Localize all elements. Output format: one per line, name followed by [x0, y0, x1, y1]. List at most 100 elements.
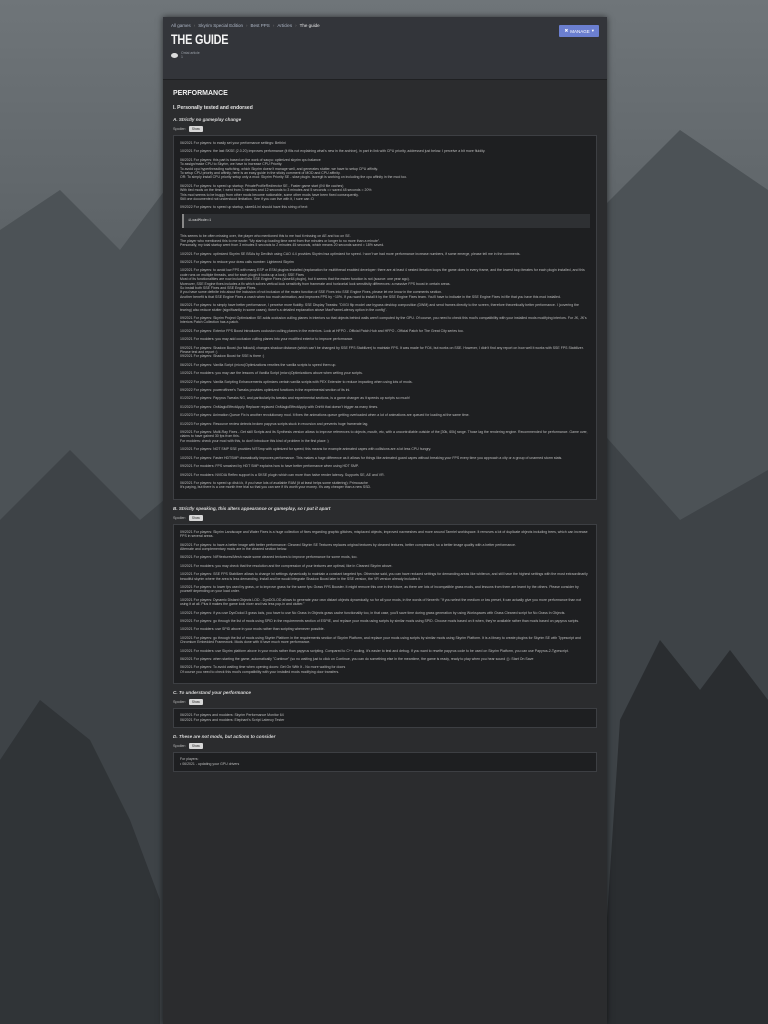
- list-item: 10/2021 For players: SSE FPS Stabilizer …: [180, 572, 588, 581]
- list-item: 09/2021 For players: Skyrim Project Opti…: [180, 315, 587, 325]
- text-line: 06/2021 For players: this part is based …: [180, 157, 321, 162]
- text-line: Alternate and complementary mods are in …: [180, 546, 288, 551]
- spoiler-toggle: Spoiler: Show: [173, 514, 597, 521]
- spoiler-show-button[interactable]: Show: [188, 126, 203, 132]
- list-item: 10/2021 For modders: use Skyrim platform…: [180, 648, 569, 653]
- spoiler-content: For players: • 06/2021 - updating your G…: [173, 752, 597, 773]
- list-item: 01/2023 For players: OnMagicEffectApply …: [180, 404, 379, 409]
- list-item: 06/2021 For players: to speed up startup…: [180, 184, 590, 202]
- list-item: 10/2021 For players: optimized Skyrim SE…: [180, 251, 521, 256]
- breadcrumb-game[interactable]: Skyrim Special Edition: [198, 23, 243, 28]
- list-item: 10/2021 For players: Exterior FPS Boost …: [180, 328, 464, 333]
- text-line: 06/2021 For players: to speed up disk i/…: [180, 480, 368, 485]
- text-line: So install both SSE Fixes and SSE Engine…: [180, 285, 257, 290]
- avatar[interactable]: [171, 52, 178, 58]
- list-item: 01/2023 For players: Papyrus Tweaks NG, …: [180, 396, 411, 401]
- text-line: Moreover, SSE Engine fixes includes a fi…: [180, 281, 451, 286]
- article-page: All games › Skyrim Special Edition › Bes…: [163, 17, 607, 1024]
- list-item: 09/2022 For players: powerofthree's Twea…: [180, 388, 351, 393]
- list-item: 09/2021 For modders: NVIDIA Reflex suppo…: [180, 472, 385, 477]
- list-item: 10/2021 For players: to avoid low FPS wi…: [180, 268, 590, 299]
- section-heading: PERFORMANCE: [173, 90, 228, 97]
- spoiler-label: Spoiler:: [173, 744, 186, 749]
- text-line: Personally, my total startup went from 3…: [180, 243, 385, 248]
- spoiler-toggle: Spoiler: Show: [173, 743, 597, 750]
- text-line: Of course you need to check this mod's c…: [180, 669, 340, 674]
- list-item: 06/2021 For players: To avoid waiting ti…: [180, 665, 590, 674]
- spoiler-label: Spoiler:: [173, 515, 186, 520]
- list-item: 10/2021 For modders: you may use the les…: [180, 371, 363, 376]
- spoiler-show-button[interactable]: Show: [188, 699, 203, 706]
- list-item: 10/2021 For players: go through the list…: [180, 635, 581, 645]
- breadcrumb-all-games[interactable]: All games: [171, 23, 191, 28]
- spoiler-show-button[interactable]: Show: [188, 514, 203, 521]
- chevron-down-icon: ▾: [591, 28, 594, 33]
- list-item: 01/2023 For players: Animation Queue Fix…: [180, 413, 470, 418]
- text-line: 09/2021 For players: Shadow Boost for SS…: [180, 354, 265, 359]
- list-item: 10/2021 For players: NOT SMP SSE provide…: [180, 447, 432, 452]
- list-item: 10/2021 For players: Dynamic Distant Obj…: [180, 597, 582, 607]
- list-item: 06/2021 For players: to have a better im…: [180, 543, 590, 552]
- list-item: • 06/2021 - updating your GPU drivers: [180, 762, 240, 767]
- list-item: 09/2021 For players: go through the list…: [180, 619, 580, 623]
- list-item: 09/2021 For players: Shadow Boost (for f…: [180, 346, 590, 359]
- breadcrumb: All games › Skyrim Special Edition › Bes…: [171, 23, 599, 28]
- list-item: 09/2021 For players: Multi-Ray Fixes - G…: [180, 430, 590, 443]
- spoiler-toggle: Spoiler: Show: [173, 699, 597, 706]
- breadcrumb-separator: ›: [272, 23, 275, 28]
- spoiler-label: Spoiler:: [173, 700, 186, 705]
- text-line: To avoid cpu hyperthreading switching, w…: [180, 166, 379, 171]
- text-line: 10/2021 For players: to avoid low FPS wi…: [180, 268, 585, 277]
- text-line: This mod seems to be buggy from other mo…: [180, 192, 359, 197]
- author-byline: Ontai article 1: [171, 51, 599, 59]
- author-meta-line: 1: [181, 55, 183, 59]
- text-line: 09/2021 For players: Multi-Ray Fixes - G…: [180, 430, 588, 439]
- list-item: This seems to be often missing over, the…: [180, 234, 590, 247]
- breadcrumb-mod[interactable]: Best PPS: [251, 23, 270, 28]
- text-line: This seems to be often missing over, the…: [180, 234, 351, 239]
- text-line: To assign/make CPU to Skyrim, we have to…: [180, 162, 283, 167]
- list-item: 10/2021 For players: Faster HDTSMP drama…: [180, 455, 563, 460]
- breadcrumb-separator: ›: [246, 23, 248, 28]
- spoiler-content: 09/2021 For players: Skyrim Landscape an…: [173, 523, 597, 685]
- list-item: 09/2022 For players: Vanilla Scripting E…: [180, 379, 413, 384]
- text-line: 09/2021 For players: Shadow Boost (for f…: [180, 345, 584, 354]
- spoiler-label: Spoiler:: [173, 127, 186, 131]
- spoiler-content: 06/2021 For players and modders: Skyrim …: [173, 708, 597, 729]
- list-item: 06/2021 For players: NIF/textures/Mesh m…: [180, 555, 358, 560]
- list-item: 10/2021 For modders: you may check that …: [180, 563, 393, 568]
- text-line: 06/2021 For players: to have a better im…: [180, 542, 516, 547]
- spoiler-show-button[interactable]: Show: [188, 743, 203, 750]
- list-item: 01/2023 For players: Resource review det…: [180, 421, 369, 426]
- breadcrumb-articles[interactable]: Articles: [277, 23, 292, 28]
- page-title: THE GUIDE: [171, 31, 229, 47]
- text-line: 06/2021 For players: To avoid waiting ti…: [180, 665, 346, 670]
- text-line: Most of its functionalities are now incl…: [180, 277, 410, 282]
- list-item: 06/2021 For players: when starting the g…: [180, 657, 534, 662]
- list-item: 09/2021 For modders: FPS smashed by HDT …: [180, 464, 359, 469]
- subsection-title: B. Strictly speaking, this alters appear…: [173, 505, 331, 511]
- list-item: 06/2021 For players: to simply have bett…: [180, 303, 579, 312]
- breadcrumb-current: The guide: [299, 23, 320, 28]
- list-item: 10/2021 For players: if you use DynDolod…: [180, 610, 566, 615]
- text-line: For modders: check your mod with this, t…: [180, 438, 329, 443]
- list-item: 10/2021 For players: to lower fps used b…: [180, 584, 579, 594]
- spoiler-content: 06/2021 For players: to easily set your …: [173, 135, 597, 500]
- subsection-title: A. Strictly no gameplay change: [173, 117, 242, 122]
- breadcrumb-separator: ›: [193, 23, 196, 28]
- list-item: 06/2021 For players: to easily set your …: [180, 141, 286, 145]
- text-line: OR: To simply install CPU priority setup…: [180, 175, 408, 180]
- code-block: iLoadMode=1: [182, 213, 590, 229]
- manage-button[interactable]: ✖ MANAGE ▾: [559, 25, 599, 37]
- wrench-icon: ✖: [564, 28, 569, 33]
- subsection-title: C. To understand your performance: [173, 690, 251, 696]
- author-meta-line: Ontai article: [181, 51, 200, 55]
- breadcrumb-separator: ›: [295, 23, 297, 28]
- list-item: 10/2021 For modders: use SPID above in y…: [180, 627, 325, 632]
- spoiler-toggle: Spoiler: Show: [173, 126, 597, 132]
- manage-label: MANAGE: [570, 28, 590, 34]
- list-item: 10/2021 For modders: you may add occlusi…: [180, 337, 354, 342]
- text-line: To setup CPU priority and affinity, here…: [180, 171, 341, 176]
- article-body: PERFORMANCE I. Personally tested and end…: [163, 80, 607, 778]
- list-item: 10/2021 For players: the last SKSE (2.0.…: [180, 149, 486, 154]
